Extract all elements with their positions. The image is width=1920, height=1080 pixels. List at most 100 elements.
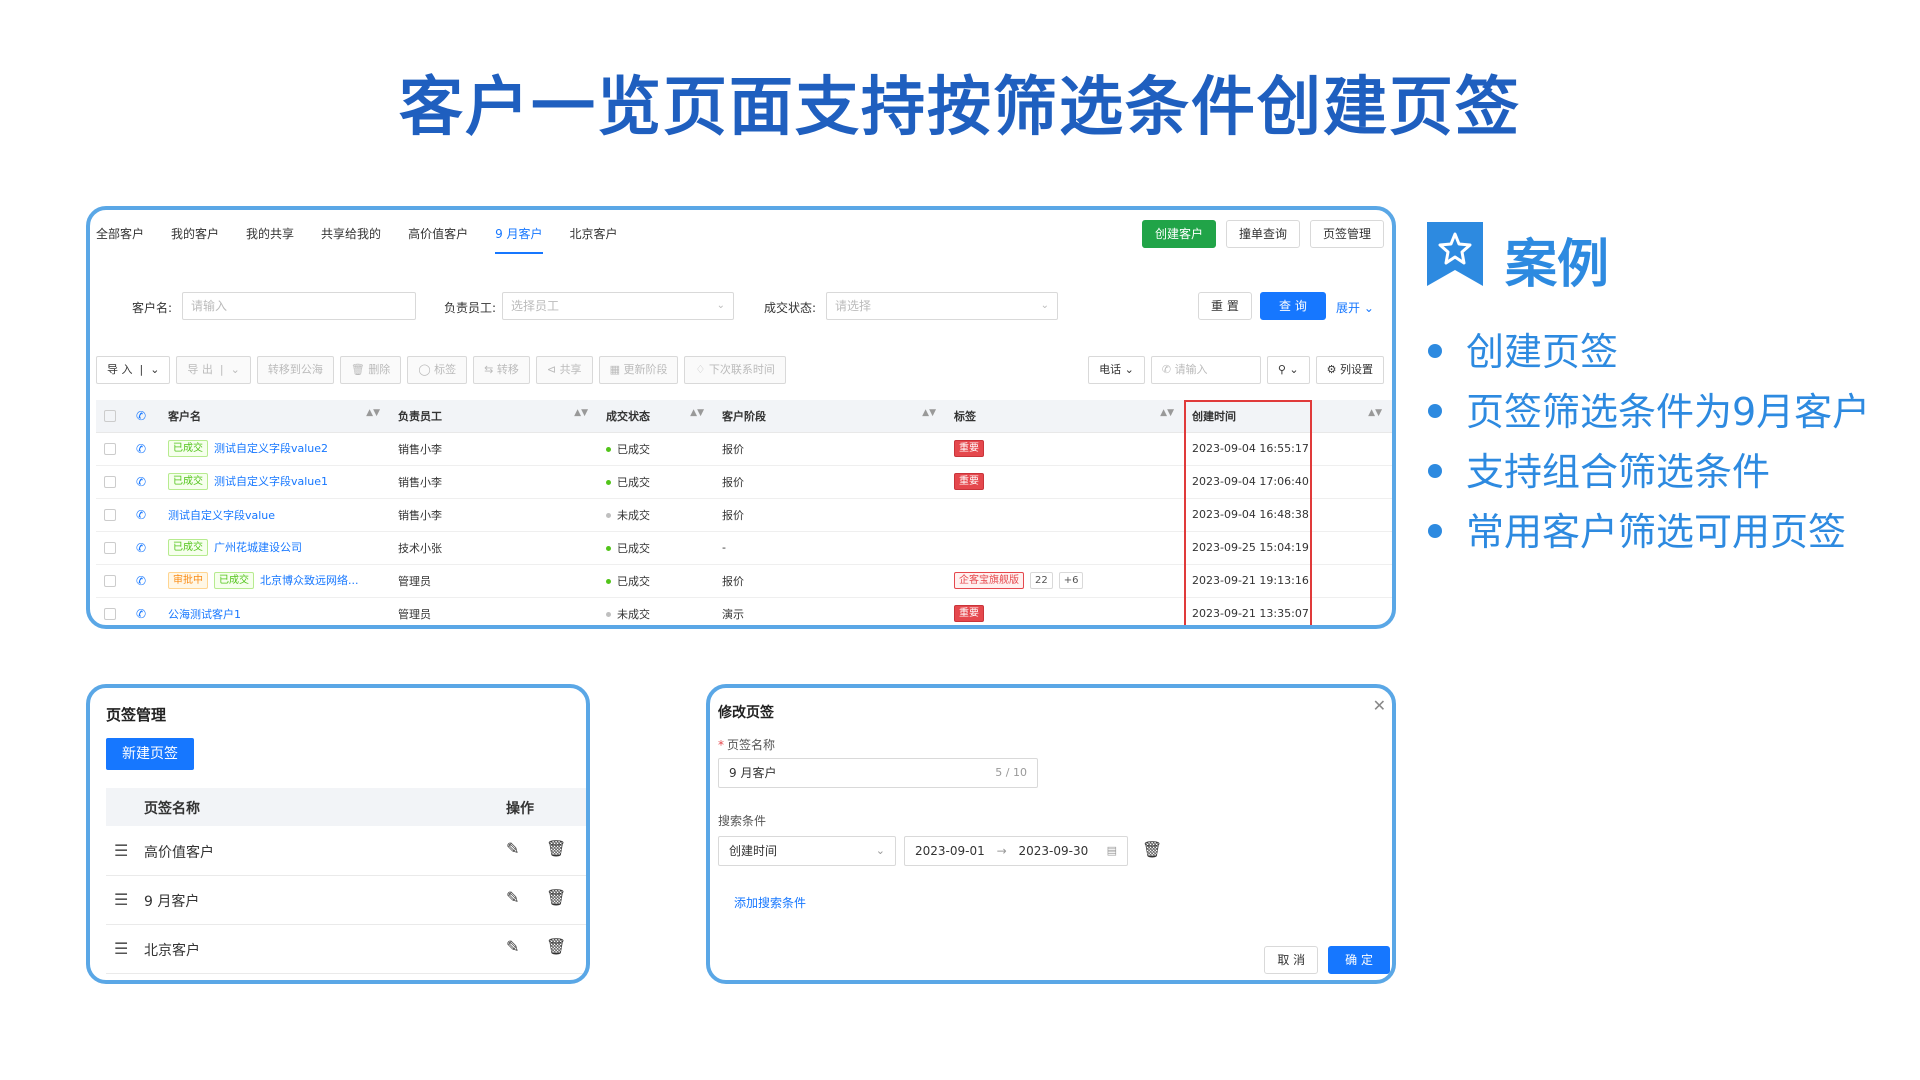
label-button[interactable]: ◯ 标签 — [407, 356, 468, 384]
expand-link[interactable]: 展开 ⌄ — [1336, 299, 1374, 316]
customer-name-input[interactable]: 请输入 — [182, 292, 416, 320]
duplicate-check-button[interactable]: 撞单查询 — [1225, 220, 1300, 248]
sort-icon[interactable]: ▲▼ — [922, 408, 936, 418]
arrow-right-icon: → — [996, 844, 1007, 858]
deal-status-select[interactable]: 请选择 ⌄ — [826, 292, 1058, 320]
chevron-down-icon: ⌄ — [1040, 300, 1049, 311]
customer-name-link[interactable]: 公海测试客户1 — [168, 608, 241, 621]
row-checkbox[interactable] — [104, 608, 116, 620]
export-button[interactable]: 导 出 | ⌄ — [176, 356, 251, 384]
customer-name-link[interactable]: 广州花城建设公司 — [214, 541, 302, 554]
case-title: 案例 — [1505, 235, 1610, 295]
phone-icon[interactable]: ✆ — [136, 574, 146, 588]
move-to-pool-button[interactable]: 转移到公海 — [256, 356, 334, 384]
sort-icon[interactable]: ▲▼ — [690, 408, 704, 418]
tab-my-shared[interactable]: 我的共享 — [246, 210, 294, 258]
case-points: 创建页签 页签筛选条件为9月客户 支持组合筛选条件 常用客户筛选可用页签 — [1428, 322, 1870, 562]
create-customer-button[interactable]: 创建客户 — [1141, 220, 1216, 248]
table-row[interactable]: ✆ 已成交 测试自定义字段value1 销售小李 已成交 报价 重要 2023-09-04 1… — [96, 465, 1392, 499]
cell-deal-status: 未成交 — [598, 597, 714, 625]
phone-search-button[interactable]: ⚲ ⌄ — [1266, 356, 1310, 384]
row-checkbox[interactable] — [104, 443, 116, 455]
transfer-button[interactable]: ⇆ 转移 — [473, 356, 530, 384]
import-button[interactable]: 导 入 | ⌄ — [96, 356, 171, 384]
sort-icon[interactable]: ▲▼ — [1368, 408, 1382, 418]
new-tab-button[interactable]: 新建页签 — [106, 738, 194, 770]
customer-name-link[interactable]: 测试自定义字段value — [168, 509, 275, 522]
condition-field-select[interactable]: 创建时间 ⌄ — [718, 836, 896, 866]
row-checkbox[interactable] — [104, 509, 116, 521]
tab-all-customers[interactable]: 全部客户 — [96, 210, 144, 258]
table-row[interactable]: ✆ 已成交 广州花城建设公司 技术小张 已成交 -2023-09-25 15:04:19 — [96, 531, 1392, 565]
col-owner[interactable]: 负责员工 ▲▼ — [390, 400, 598, 433]
add-condition-link[interactable]: 添加搜索条件 — [734, 894, 806, 911]
phone-search-input[interactable]: ✆ 请输入 — [1150, 356, 1261, 384]
drag-handle-icon[interactable]: ☰ — [114, 841, 128, 860]
tab-row-name: 9 月客户 — [144, 894, 200, 910]
status-dot — [606, 447, 611, 452]
trash-icon[interactable]: 🗑 — [1142, 840, 1162, 859]
label-tag: 22 — [1030, 572, 1053, 589]
col-deal-status[interactable]: 成交状态 ▲▼ — [598, 400, 714, 433]
date-start: 2023-09-01 — [915, 844, 985, 858]
sort-icon[interactable]: ▲▼ — [366, 408, 380, 418]
tab-name-input[interactable]: 9 月客户 5 / 10 — [718, 758, 1038, 788]
owner-select[interactable]: 选择员工 ⌄ — [502, 292, 734, 320]
row-checkbox[interactable] — [104, 476, 116, 488]
tab-beijing[interactable]: 北京客户 — [570, 210, 618, 258]
date-range-picker[interactable]: 2023-09-01 → 2023-09-30 ▤ — [904, 836, 1128, 866]
reset-button[interactable]: 重 置 — [1198, 292, 1252, 320]
phone-icon[interactable]: ✆ — [136, 508, 146, 522]
column-settings-button[interactable]: ⚙ 列设置 — [1315, 356, 1384, 384]
owner-label: 负责员工: — [444, 301, 497, 315]
confirm-button[interactable]: 确 定 — [1328, 946, 1390, 974]
table-row[interactable]: ✆ 测试自定义字段value 销售小李 未成交 报价 2023-09-04 16:48:3… — [96, 498, 1392, 532]
phone-icon[interactable]: ✆ — [136, 442, 146, 456]
table-header: ✆ 客户名 ▲▼ 负责员工 ▲▼ 成交状态 ▲▼ 客户阶段 ▲▼ 标签 ▲▼ 创建时间 ▲▼ — [96, 400, 1392, 433]
tab-manage-button[interactable]: 页签管理 — [1309, 220, 1384, 248]
search-condition-label: 搜索条件 — [718, 814, 767, 828]
table-row[interactable]: ✆ 审批中 已成交 北京博众致远网络... 管理员 已成交 报价 企客宝旗舰版 22 +6 2023… — [96, 564, 1392, 598]
cell-deal-status: 已成交 — [598, 465, 714, 499]
delete-button[interactable]: 🗑 删除 — [339, 356, 402, 384]
phone-field-select[interactable]: 电话 ⌄ — [1088, 356, 1145, 384]
update-stage-button[interactable]: ▦ 更新阶段 — [598, 356, 679, 384]
drag-handle-icon[interactable]: ☰ — [114, 890, 128, 909]
edit-icon[interactable]: ✎ — [506, 937, 519, 956]
search-button[interactable]: 查 询 — [1260, 292, 1326, 320]
sort-icon[interactable]: ▲▼ — [574, 408, 588, 418]
share-button[interactable]: ⊲ 共享 — [535, 356, 593, 384]
select-all-checkbox[interactable] — [104, 410, 116, 423]
tab-high-value[interactable]: 高价值客户 — [408, 210, 468, 258]
next-contact-button[interactable]: ♢ 下次联系时间 — [684, 356, 786, 384]
cancel-button[interactable]: 取 消 — [1264, 946, 1319, 974]
customer-name-link[interactable]: 测试自定义字段value2 — [214, 442, 328, 455]
sort-icon[interactable]: ▲▼ — [1160, 408, 1174, 418]
col-tags[interactable]: 标签 ▲▼ — [946, 400, 1184, 433]
customer-name-link[interactable]: 测试自定义字段value1 — [214, 475, 328, 488]
col-created-time[interactable]: 创建时间 ▲▼ — [1184, 400, 1392, 433]
status-badge: 已成交 — [168, 539, 208, 557]
row-checkbox[interactable] — [104, 575, 116, 587]
tab-shared-to-me[interactable]: 共享给我的 — [321, 210, 381, 258]
phone-icon[interactable]: ✆ — [136, 607, 146, 621]
drag-handle-icon[interactable]: ☰ — [114, 939, 128, 958]
trash-icon[interactable]: 🗑 — [546, 839, 566, 858]
customer-name-link[interactable]: 北京博众致远网络... — [260, 574, 359, 587]
col-stage[interactable]: 客户阶段 ▲▼ — [714, 400, 946, 433]
close-icon[interactable]: ✕ — [1373, 696, 1386, 715]
phone-icon[interactable]: ✆ — [136, 475, 146, 489]
edit-icon[interactable]: ✎ — [506, 839, 519, 858]
trash-icon[interactable]: 🗑 — [546, 937, 566, 956]
tab-september[interactable]: 9 月客户 — [495, 210, 543, 258]
table-row[interactable]: ✆ 公海测试客户1 管理员 未成交 演示 重要 2023-09-21 13:35:07 — [96, 597, 1392, 625]
trash-icon[interactable]: 🗑 — [546, 888, 566, 907]
cell-created-time: 2023-09-21 19:13:16 — [1184, 564, 1392, 598]
row-checkbox[interactable] — [104, 542, 116, 554]
edit-icon[interactable]: ✎ — [506, 888, 519, 907]
chevron-down-icon: ⌄ — [875, 844, 885, 857]
tab-my-customers[interactable]: 我的客户 — [171, 210, 219, 258]
table-row[interactable]: ✆ 已成交 测试自定义字段value2 销售小李 已成交 报价 重要 2023-09-04 1… — [96, 432, 1392, 466]
phone-icon[interactable]: ✆ — [136, 541, 146, 555]
col-customer-name[interactable]: 客户名 ▲▼ — [160, 400, 390, 433]
